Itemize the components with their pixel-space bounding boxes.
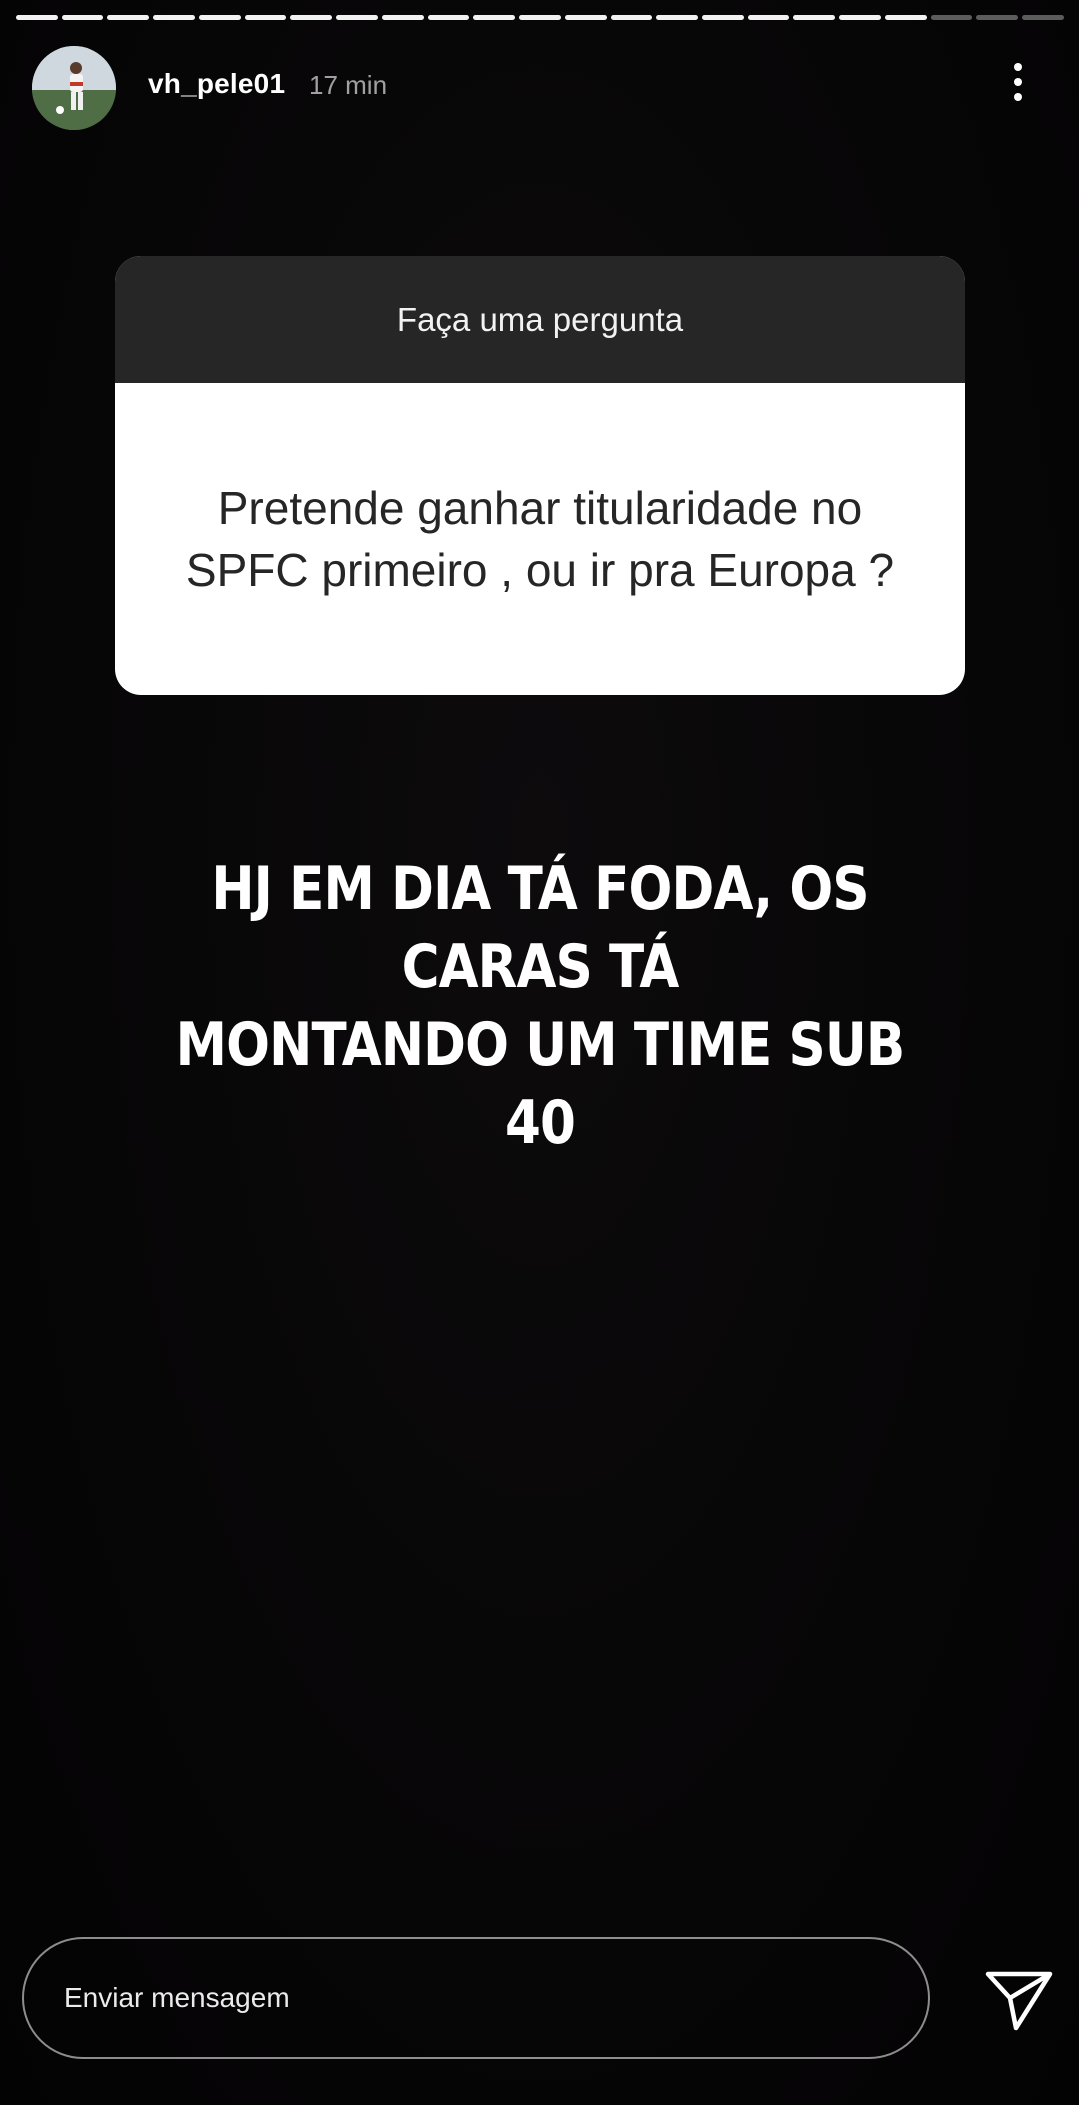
progress-segment xyxy=(107,15,150,20)
question-sticker-question: Pretende ganhar titularidade no SPFC pri… xyxy=(185,482,895,596)
story-answer-text: HJ EM DIA TÁ FODA, OS CARAS TÁ MONTANDO … xyxy=(162,850,919,1162)
story-username[interactable]: vh_pele01 xyxy=(148,68,285,100)
story-header: vh_pele01 17 min xyxy=(0,40,1079,136)
progress-segment xyxy=(976,15,1019,20)
progress-segment xyxy=(198,15,241,20)
more-vertical-icon-dot xyxy=(1014,78,1022,86)
progress-segment xyxy=(336,15,378,20)
progress-segment xyxy=(610,15,653,20)
story-timestamp: 17 min xyxy=(309,70,388,100)
progress-segment xyxy=(747,15,790,20)
progress-segment xyxy=(16,15,58,20)
progress-segment xyxy=(290,15,333,20)
progress-segment xyxy=(381,15,424,20)
progress-segment xyxy=(519,15,561,20)
progress-segment xyxy=(564,15,607,20)
question-sticker-header: Faça uma pergunta xyxy=(115,256,965,383)
progress-segment xyxy=(702,15,744,20)
answer-line-1: HJ EM DIA TÁ FODA, OS CARAS TÁ xyxy=(211,854,869,1002)
question-sticker[interactable]: Faça uma pergunta Pretende ganhar titula… xyxy=(115,256,965,695)
progress-segment xyxy=(473,15,516,20)
progress-segment xyxy=(656,15,699,20)
send-button[interactable] xyxy=(984,1968,1054,2032)
story-progress-bar xyxy=(16,15,1064,20)
progress-segment xyxy=(153,15,195,20)
more-vertical-icon-dot xyxy=(1014,93,1022,101)
more-options-button[interactable] xyxy=(1000,54,1036,110)
reply-message-input[interactable] xyxy=(22,1937,930,2059)
profile-photo-icon xyxy=(32,46,116,130)
progress-segment xyxy=(61,15,104,20)
progress-segment xyxy=(244,15,287,20)
answer-line-2: MONTANDO UM TIME SUB 40 xyxy=(175,1010,906,1158)
avatar[interactable] xyxy=(32,46,116,130)
send-icon xyxy=(985,1971,1053,2031)
progress-segment xyxy=(1022,15,1064,20)
progress-segment xyxy=(427,15,470,20)
progress-segment xyxy=(793,15,836,20)
progress-segment xyxy=(839,15,881,20)
more-vertical-icon xyxy=(1014,63,1022,71)
progress-segment xyxy=(884,15,927,20)
progress-segment xyxy=(930,15,973,20)
